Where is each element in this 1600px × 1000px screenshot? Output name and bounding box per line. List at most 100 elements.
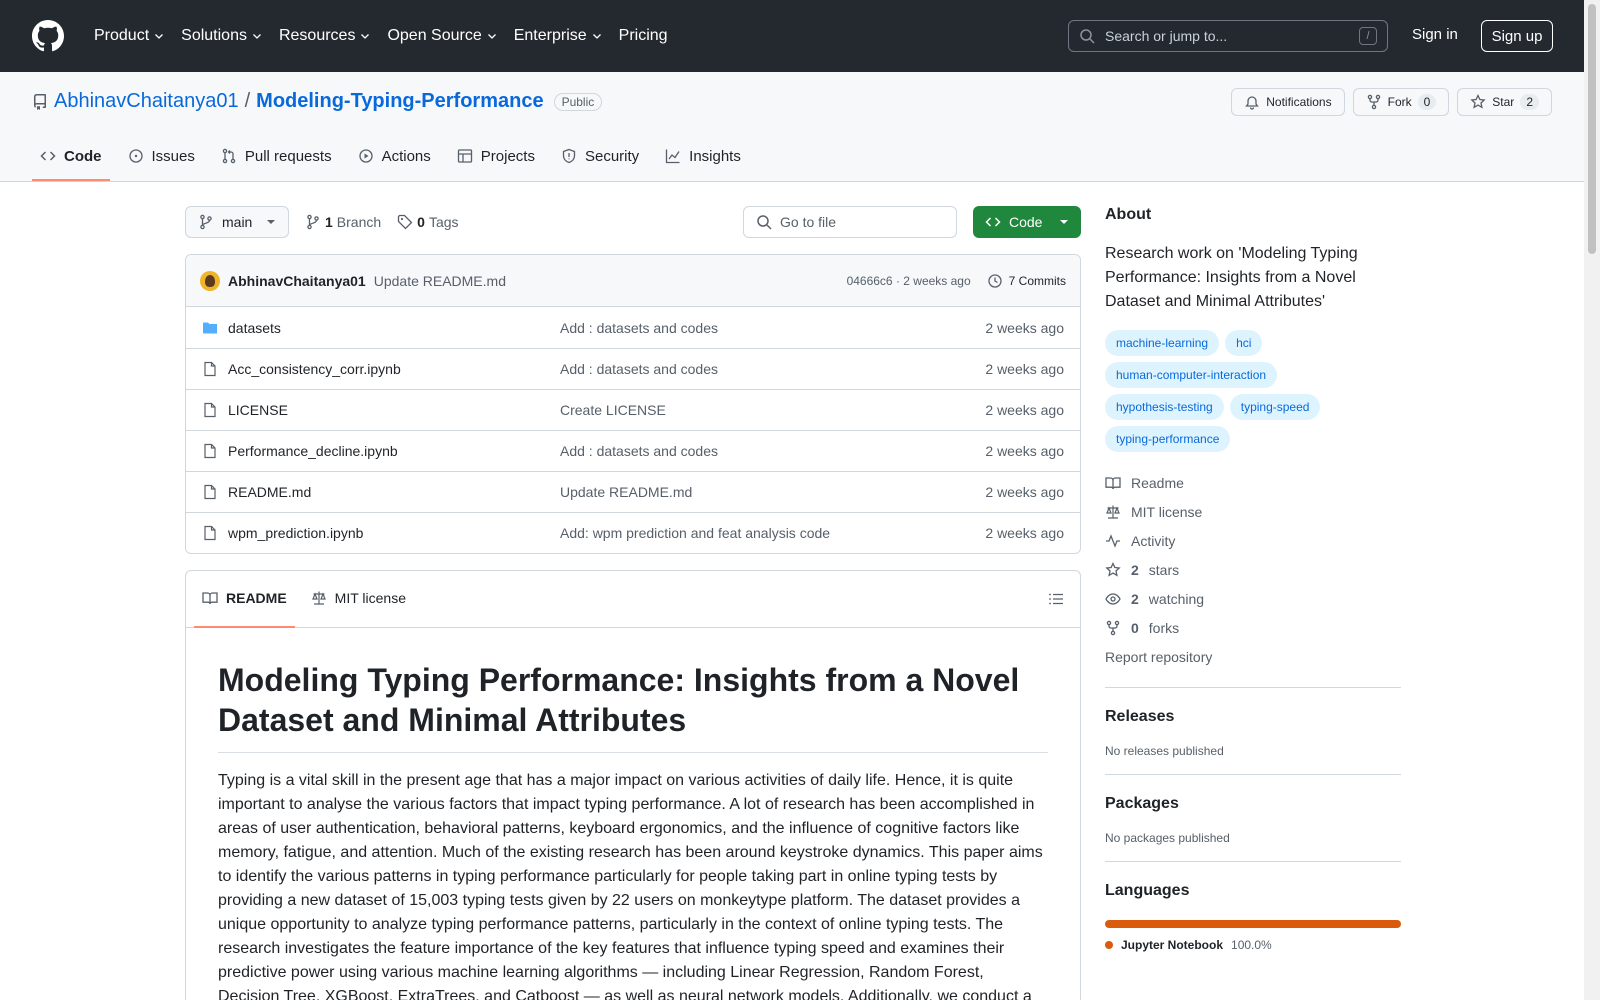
table-row[interactable]: wpm_prediction.ipynb Add: wpm prediction … — [186, 512, 1080, 553]
languages-section: Languages Jupyter Notebook 100.0% — [1105, 861, 1401, 952]
book-icon — [202, 592, 218, 605]
file-commit-message[interactable]: Add : datasets and codes — [560, 361, 985, 377]
avatar[interactable] — [200, 270, 220, 291]
language-percent: 100.0% — [1231, 938, 1272, 952]
topic-tag[interactable]: hypothesis-testing — [1105, 394, 1224, 420]
sidebar-link-watching[interactable]: 2 watching — [1105, 584, 1401, 613]
file-name-link[interactable]: datasets — [228, 320, 560, 336]
topic-tag[interactable]: machine-learning — [1105, 330, 1220, 356]
file-commit-time: 2 weeks ago — [985, 525, 1064, 541]
tag-icon — [398, 214, 413, 230]
main-column: main 1 Branch 0 Tags Go to file Code Abh… — [185, 206, 1081, 1000]
nav-solutions[interactable]: Solutions — [173, 20, 271, 52]
topic-tag[interactable]: hci — [1225, 330, 1263, 356]
tab-readme-label: README — [226, 590, 287, 606]
code-button[interactable]: Code — [973, 206, 1081, 238]
sidebar-link-forks[interactable]: 0 forks — [1105, 613, 1401, 642]
nav-label: Open Source — [387, 27, 482, 44]
tab-insights[interactable]: Insights — [657, 133, 749, 181]
file-commit-message[interactable]: Add : datasets and codes — [560, 443, 985, 459]
visibility-badge: Public — [553, 92, 603, 111]
tab-readme[interactable]: README — [194, 571, 295, 628]
notifications-button[interactable]: Notifications — [1231, 88, 1345, 116]
pulse-icon — [1106, 533, 1120, 548]
branches-link[interactable]: 1 Branch — [305, 214, 381, 230]
page-scrollbar[interactable] — [1584, 0, 1600, 1000]
topic-tag[interactable]: human-computer-interaction — [1105, 362, 1278, 388]
releases-heading[interactable]: Releases — [1105, 708, 1401, 726]
tab-code[interactable]: Code — [32, 133, 110, 181]
language-name: Jupyter Notebook — [1121, 938, 1224, 952]
file-commit-message[interactable]: Add : datasets and codes — [560, 320, 985, 336]
tab-pull-requests[interactable]: Pull requests — [213, 133, 340, 181]
topic-tag[interactable]: typing-speed — [1229, 394, 1321, 420]
file-commit-message[interactable]: Add: wpm prediction and feat analysis co… — [560, 525, 985, 541]
nav-label: Enterprise — [513, 27, 587, 44]
scrollbar-thumb[interactable] — [1588, 4, 1596, 254]
file-commit-message[interactable]: Update README.md — [560, 484, 985, 500]
branch-selector[interactable]: main — [185, 206, 289, 238]
report-repository-link[interactable]: Report repository — [1105, 642, 1401, 671]
nav-enterprise[interactable]: Enterprise — [506, 20, 611, 52]
nav-resources[interactable]: Resources — [271, 20, 379, 52]
github-logo-icon[interactable] — [32, 20, 64, 52]
repo-owner-link[interactable]: AbhinavChaitanya01 — [54, 90, 239, 113]
tab-license[interactable]: MIT license — [303, 571, 414, 628]
fork-button[interactable]: Fork 0 — [1352, 88, 1450, 116]
table-icon — [457, 149, 472, 163]
go-to-file-input[interactable]: Go to file — [743, 206, 957, 238]
tab-security[interactable]: Security — [553, 133, 647, 181]
book-icon — [1105, 476, 1121, 489]
commit-message-link[interactable]: Update README.md — [374, 273, 506, 289]
commits-link[interactable]: 7 Commits — [987, 273, 1066, 289]
sidebar-link-stars[interactable]: 2 stars — [1105, 555, 1401, 584]
commit-author-link[interactable]: AbhinavChaitanya01 — [228, 273, 366, 289]
shield-icon — [562, 148, 576, 164]
chevron-down-icon — [155, 34, 164, 39]
tab-actions[interactable]: Actions — [350, 133, 439, 181]
table-row[interactable]: LICENSE Create LICENSE 2 weeks ago — [186, 389, 1080, 430]
file-commit-time: 2 weeks ago — [985, 484, 1064, 500]
nav-pricing[interactable]: Pricing — [611, 20, 676, 52]
about-heading: About — [1105, 206, 1152, 223]
code-icon — [985, 217, 1001, 227]
sidebar-link-mit-license[interactable]: MIT license — [1105, 497, 1401, 526]
sidebar-link-label: watching — [1148, 590, 1205, 607]
repo-separator: / — [244, 90, 251, 112]
sidebar-link-readme[interactable]: Readme — [1105, 468, 1401, 497]
sign-in-link[interactable]: Sign in — [1412, 26, 1458, 43]
file-name-link[interactable]: Performance_decline.ipynb — [228, 443, 560, 459]
table-row[interactable]: Performance_decline.ipynb Add : datasets … — [186, 430, 1080, 471]
commit-hash-time[interactable]: 04666c6 · 2 weeks ago — [847, 274, 971, 288]
sign-up-button[interactable]: Sign up — [1481, 20, 1553, 52]
tab-projects[interactable]: Projects — [449, 133, 543, 181]
star-button[interactable]: Star 2 — [1457, 88, 1552, 116]
nav-product[interactable]: Product — [86, 20, 173, 52]
sidebar-links: Readme MIT license Activity 2 stars 2 watching… — [1105, 468, 1401, 642]
search-input[interactable]: Search or jump to... / — [1068, 20, 1388, 52]
file-icon — [204, 525, 216, 541]
table-row[interactable]: Acc_consistency_corr.ipynb Add : datasets… — [186, 348, 1080, 389]
file-name-link[interactable]: Acc_consistency_corr.ipynb — [228, 361, 560, 377]
fork-icon — [1367, 94, 1380, 110]
language-item[interactable]: Jupyter Notebook 100.0% — [1105, 938, 1401, 952]
tags-link[interactable]: 0 Tags — [397, 214, 459, 230]
tab-issues[interactable]: Issues — [120, 133, 203, 181]
table-row[interactable]: datasets Add : datasets and codes 2 weeks … — [186, 307, 1080, 348]
topic-tag[interactable]: typing-performance — [1105, 426, 1231, 452]
nav-open-source[interactable]: Open Source — [379, 20, 505, 52]
file-commit-time: 2 weeks ago — [985, 319, 1064, 336]
file-name-link[interactable]: README.md — [228, 484, 560, 500]
sidebar-link-label: MIT license — [1131, 503, 1203, 520]
global-nav: Product Solutions Resources Open Source Ente… — [86, 20, 676, 52]
table-row[interactable]: README.md Update README.md 2 weeks ago — [186, 471, 1080, 512]
file-name-link[interactable]: LICENSE — [228, 402, 560, 418]
list-icon[interactable] — [1048, 591, 1064, 607]
file-commit-message[interactable]: Create LICENSE — [560, 402, 985, 418]
law-icon — [1106, 505, 1120, 519]
packages-text: No packages published — [1105, 831, 1230, 845]
packages-heading[interactable]: Packages — [1105, 795, 1401, 813]
repo-name-link[interactable]: Modeling-Typing-Performance — [256, 90, 543, 113]
sidebar-link-activity[interactable]: Activity — [1105, 526, 1401, 555]
file-name-link[interactable]: wpm_prediction.ipynb — [228, 525, 560, 541]
